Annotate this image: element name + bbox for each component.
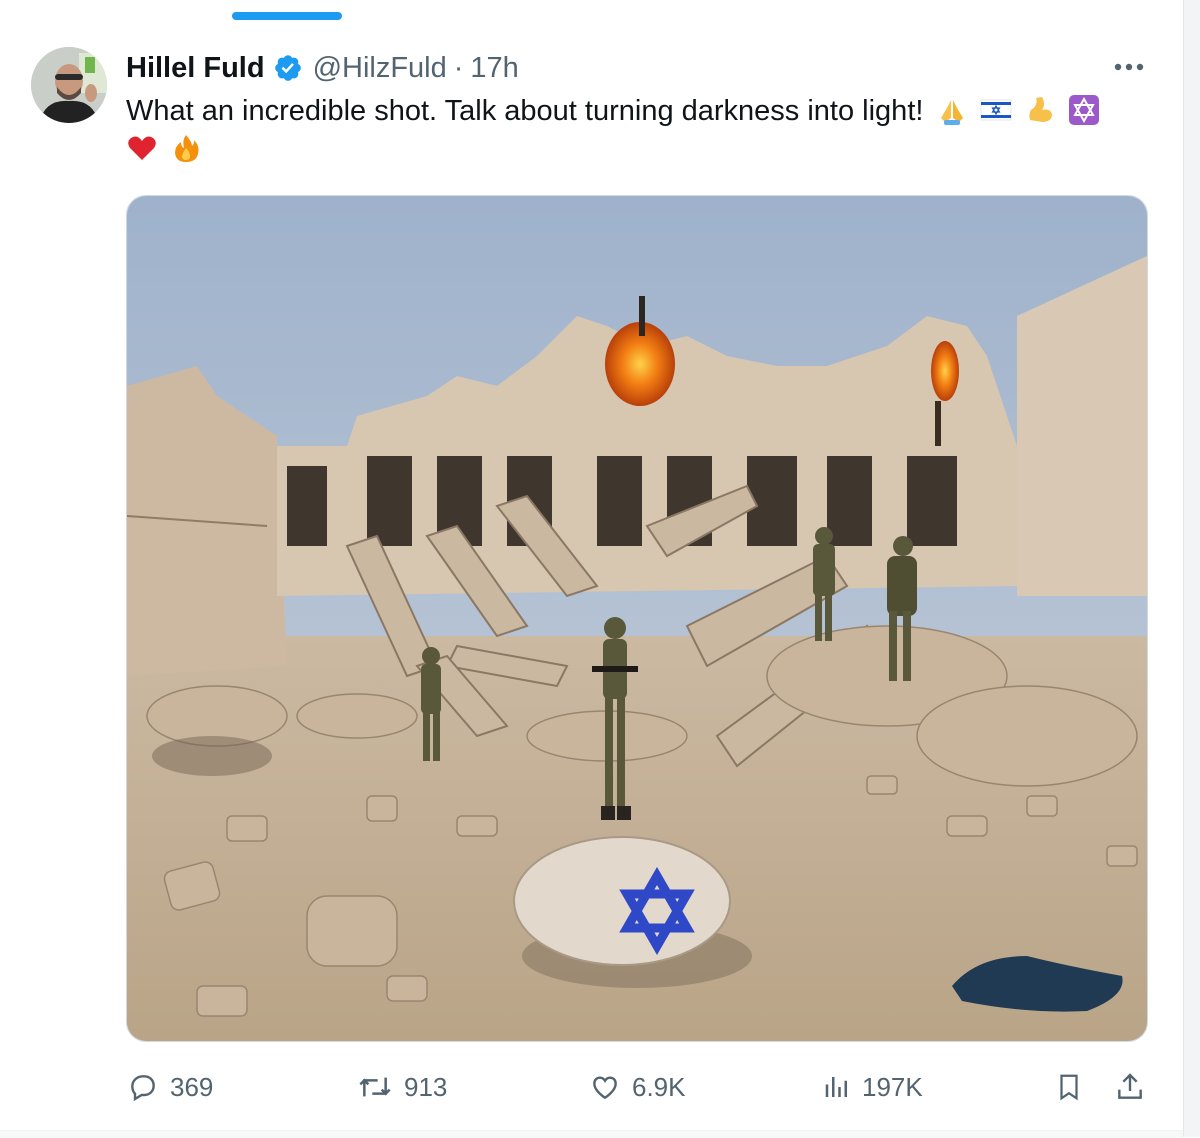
tweet[interactable]: Hillel Fuld @HilzFuld · 17h What an incr… <box>0 22 1183 1130</box>
repost-icon <box>359 1077 391 1097</box>
reply-count: 369 <box>170 1071 214 1102</box>
flexed-biceps-emoji <box>1029 97 1052 122</box>
reply-button[interactable]: 369 <box>126 1062 213 1112</box>
folded-hands-emoji <box>940 100 963 125</box>
israel-flag-emoji <box>980 99 1011 121</box>
views-icon <box>825 1077 847 1097</box>
more-icon <box>1114 63 1144 71</box>
tweet-photo[interactable] <box>126 195 1148 1042</box>
red-heart-emoji <box>128 136 156 160</box>
tweet-text: What an incredible shot. Talk about turn… <box>126 92 1156 168</box>
bookmark-button[interactable] <box>1054 1062 1094 1112</box>
more-button[interactable] <box>1108 52 1150 82</box>
timeline-tab-bar <box>0 0 1183 23</box>
verified-badge-icon <box>274 55 301 81</box>
like-count: 6.9K <box>632 1071 686 1102</box>
tweet-header: Hillel Fuld @HilzFuld · 17h <box>126 50 519 86</box>
author-name[interactable]: Hillel Fuld <box>126 52 265 85</box>
views-button[interactable]: 197K <box>822 1062 923 1112</box>
star-of-david-emoji <box>1068 95 1099 125</box>
share-button[interactable] <box>1114 1062 1156 1112</box>
avatar-photo <box>31 47 107 123</box>
share-icon <box>1118 1073 1142 1099</box>
timestamp[interactable]: 17h <box>470 52 518 85</box>
author-handle[interactable]: @HilzFuld <box>313 52 447 85</box>
war-ruins-photo <box>127 196 1147 1041</box>
like-icon <box>593 1076 617 1100</box>
repost-count: 913 <box>404 1071 448 1102</box>
separator-dot: · <box>453 51 464 84</box>
views-count: 197K <box>862 1071 923 1102</box>
reply-icon <box>131 1075 155 1102</box>
fire-emoji <box>175 135 199 162</box>
active-tab-indicator <box>232 12 342 20</box>
scrollbar-track[interactable] <box>1183 0 1200 1137</box>
avatar[interactable] <box>31 47 107 123</box>
tweet-actions: 369 913 6.9K 197K <box>126 1062 1156 1112</box>
repost-button[interactable]: 913 <box>356 1062 447 1112</box>
like-button[interactable]: 6.9K <box>588 1062 686 1112</box>
bookmark-icon <box>1060 1074 1078 1101</box>
tweet-text-content: What an incredible shot. Talk about turn… <box>126 95 924 127</box>
